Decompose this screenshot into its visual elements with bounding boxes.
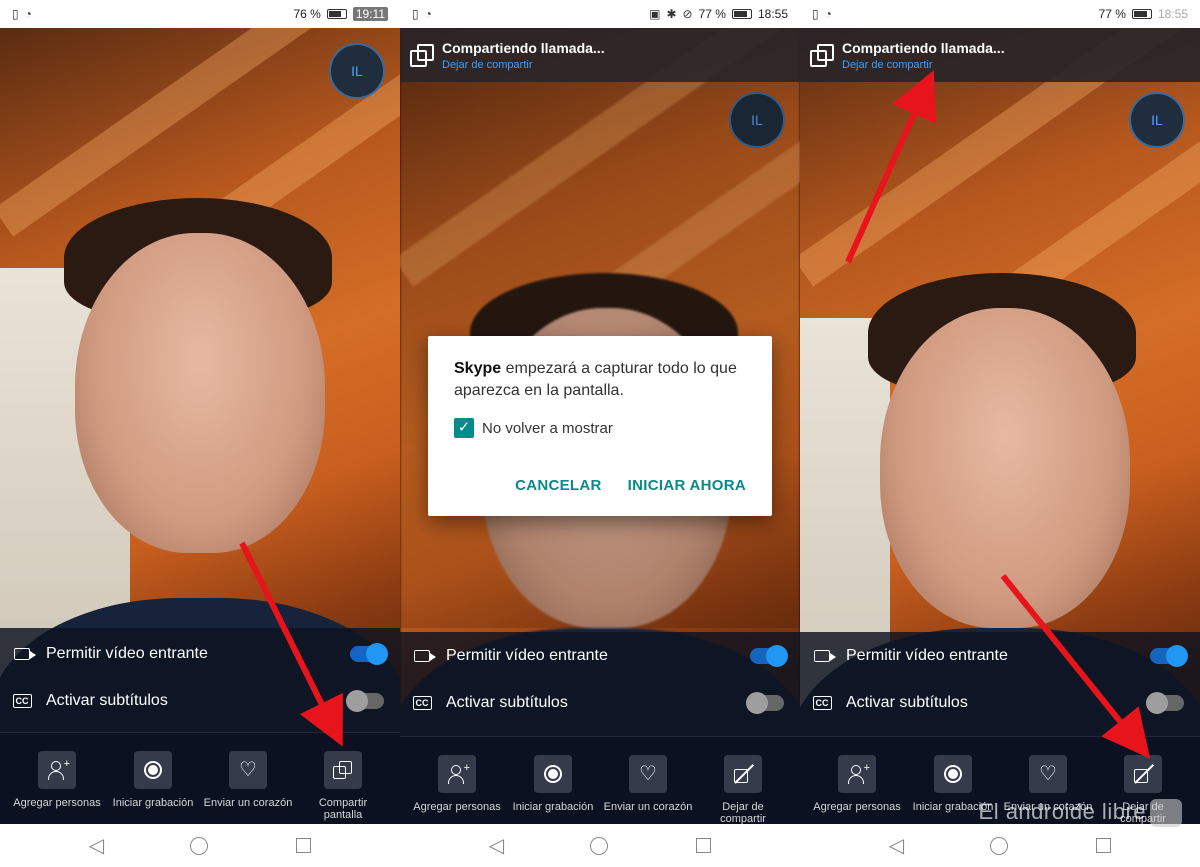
home-icon[interactable] <box>989 836 1008 855</box>
closed-captions-icon: CC <box>10 693 34 709</box>
add-person-icon: + <box>847 762 870 784</box>
share-screen-icon <box>410 44 434 67</box>
call-screen-1: ▯ ◔ 76 % 19:11 IL Permitir vídeo entrant… <box>0 0 400 867</box>
dont-show-again-option[interactable]: ✓ No volver a mostrar <box>454 418 746 438</box>
record-icon <box>944 765 962 783</box>
incoming-video-toggle[interactable] <box>750 645 788 667</box>
battery-icon <box>731 9 752 19</box>
video-camera-icon <box>410 648 436 664</box>
setting-label: Activar subtítulos <box>446 694 568 711</box>
record-icon <box>544 765 562 783</box>
share-screen-icon <box>810 44 834 67</box>
status-bar: ▯ ◔ ▣ ✱ ⊘ 77 % 18:55 <box>400 0 800 28</box>
start-recording-button[interactable]: Iniciar grabación <box>503 755 603 813</box>
recent-apps-icon[interactable] <box>296 838 312 853</box>
participant-avatar[interactable]: IL <box>1129 92 1185 148</box>
checkbox-checked-icon[interactable]: ✓ <box>454 418 474 438</box>
call-screen-2: ▯ ◔ ▣ ✱ ⊘ 77 % 18:55 Compartiendo llamad… <box>400 0 800 867</box>
sim-icon: ▯ <box>12 7 19 21</box>
recent-apps-icon[interactable] <box>1096 838 1112 853</box>
start-now-button[interactable]: INICIAR AHORA <box>628 477 746 494</box>
battery-icon <box>1131 9 1152 19</box>
send-heart-button[interactable]: ♡ Enviar un corazón <box>598 755 698 813</box>
setting-label: Permitir vídeo entrante <box>446 647 608 664</box>
android-nav-bar <box>800 824 1200 867</box>
stop-sharing-link[interactable]: Dejar de compartir <box>442 59 605 71</box>
video-camera-icon <box>810 648 836 664</box>
stop-sharing-link[interactable]: Dejar de compartir <box>842 59 1005 71</box>
clock: 19:11 <box>352 7 388 21</box>
back-icon[interactable] <box>489 833 504 858</box>
nfc-icon: ▣ <box>649 7 661 21</box>
call-actions-bar: + Agregar personas Iniciar grabación ♡ E… <box>400 736 800 825</box>
android-nav-bar <box>400 824 800 867</box>
checkbox-label: No volver a mostrar <box>482 419 613 437</box>
dialog-message: Skype empezará a capturar todo lo que ap… <box>454 360 737 399</box>
add-person-icon: + <box>447 762 470 784</box>
add-people-button[interactable]: + Agregar personas <box>407 755 507 813</box>
battery-percent: 76 % <box>293 7 321 21</box>
stop-share-icon <box>733 764 753 784</box>
add-person-icon: + <box>47 758 70 780</box>
setting-label: Permitir vídeo entrante <box>846 647 1008 664</box>
home-icon[interactable] <box>189 836 208 855</box>
record-icon <box>144 761 162 779</box>
bluetooth-icon: ✱ <box>666 7 677 21</box>
call-screen-3: ▯ ◔ 77 % 18:55 Compartiendo llamada... D… <box>800 0 1200 867</box>
wifi-icon: ◔ <box>424 7 432 21</box>
closed-captions-icon: CC <box>810 695 834 711</box>
subtitles-toggle[interactable] <box>746 692 784 714</box>
setting-incoming-video[interactable]: Permitir vídeo entrante <box>400 636 800 676</box>
setting-label: Activar subtítulos <box>846 694 968 711</box>
mute-icon: ⊘ <box>682 7 693 21</box>
back-icon[interactable] <box>889 833 904 858</box>
status-bar: ▯ ◔ 76 % 19:11 <box>0 0 400 28</box>
sharing-title: Compartiendo llamada... <box>442 39 605 56</box>
heart-icon: ♡ <box>639 763 657 785</box>
status-bar: ▯ ◔ 77 % 18:55 <box>800 0 1200 28</box>
add-people-button[interactable]: + Agregar personas <box>7 751 107 809</box>
screen-capture-dialog: Skype empezará a capturar todo lo que ap… <box>428 336 772 516</box>
start-recording-button[interactable]: Iniciar grabación <box>103 751 203 809</box>
sim-icon: ▯ <box>812 7 819 21</box>
annotation-arrow <box>239 541 343 747</box>
wifi-icon: ◔ <box>824 7 832 21</box>
android-logo-icon <box>1150 799 1182 827</box>
participant-avatar[interactable]: IL <box>329 43 385 99</box>
back-icon[interactable] <box>89 833 104 858</box>
annotation-arrow <box>845 70 937 264</box>
setting-label: Permitir vídeo entrante <box>46 645 208 662</box>
add-people-button[interactable]: + Agregar personas <box>807 755 907 813</box>
recent-apps-icon[interactable] <box>696 838 712 853</box>
battery-icon <box>326 9 347 19</box>
watermark: El androide libre <box>979 799 1182 827</box>
closed-captions-icon: CC <box>410 695 434 711</box>
call-settings-sheet: Permitir vídeo entrante CC Activar subtí… <box>400 632 800 736</box>
sim-icon: ▯ <box>412 7 419 21</box>
sharing-title: Compartiendo llamada... <box>842 39 1005 56</box>
clock: 18:55 <box>757 7 788 21</box>
clock: 18:55 <box>1157 7 1188 21</box>
sharing-banner: Compartiendo llamada... Dejar de compart… <box>400 28 800 82</box>
setting-subtitles[interactable]: CC Activar subtítulos <box>400 683 800 723</box>
cancel-button[interactable]: CANCELAR <box>515 477 602 494</box>
stop-sharing-button[interactable]: Dejar de compartir <box>693 755 793 825</box>
video-camera-icon <box>10 646 36 662</box>
home-icon[interactable] <box>589 836 608 855</box>
android-nav-bar <box>0 824 400 867</box>
battery-percent: 77 % <box>698 7 726 21</box>
annotation-arrow <box>1000 574 1151 759</box>
wifi-icon: ◔ <box>24 7 32 21</box>
setting-label: Activar subtítulos <box>46 692 168 709</box>
battery-percent: 77 % <box>1098 7 1126 21</box>
